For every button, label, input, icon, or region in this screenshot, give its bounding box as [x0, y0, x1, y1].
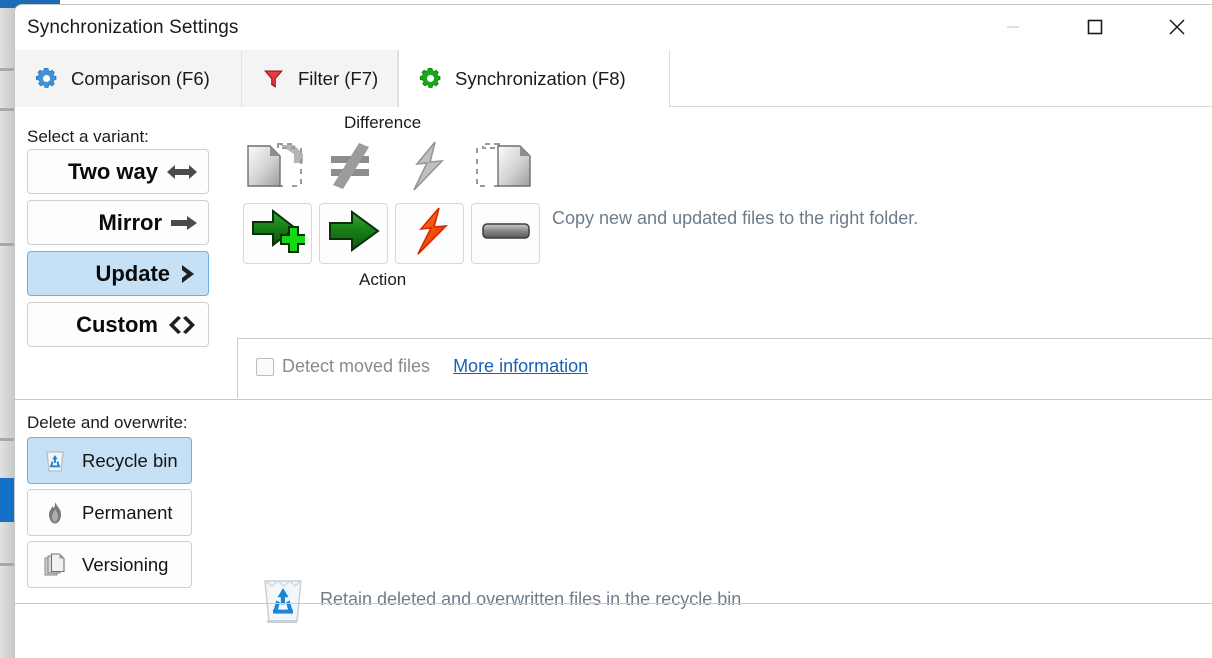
close-icon	[1169, 19, 1185, 35]
background-list-selected-row[interactable]	[0, 478, 15, 522]
angle-brackets-icon	[167, 315, 197, 335]
variant-update-label: Update	[95, 260, 170, 286]
chevron-right-icon	[179, 264, 197, 284]
difference-cell-conflict	[389, 139, 464, 197]
variant-mirror-label: Mirror	[98, 209, 162, 235]
green-arrow-icon	[328, 209, 380, 258]
recycle-bin-icon	[42, 448, 68, 474]
difference-cell-right-only	[465, 139, 540, 197]
double-arrow-icon	[167, 163, 197, 181]
scrollbar-tick	[0, 563, 15, 566]
settings-tab-strip: Comparison (F6) Filter (F7) Synchronizat…	[15, 50, 1212, 107]
select-variant-label: Select a variant:	[27, 127, 149, 146]
green-arrow-plus-icon	[251, 207, 307, 260]
tab-filter[interactable]: Filter (F7)	[242, 50, 398, 107]
scrollbar-tick	[0, 243, 15, 246]
variant-mirror[interactable]: Mirror	[27, 200, 209, 245]
tab-comparison-label: Comparison (F6)	[71, 67, 210, 89]
action-button-conflict[interactable]	[395, 203, 464, 264]
not-equal-icon	[323, 141, 379, 196]
variant-two-way-label: Two way	[67, 158, 158, 184]
file-left-only-icon	[244, 141, 306, 196]
detect-moved-files-row[interactable]: Detect moved files More information	[256, 356, 588, 377]
blue-gear-icon	[33, 66, 59, 92]
right-arrow-icon	[171, 214, 197, 232]
delete-option-permanent[interactable]: Permanent	[27, 489, 192, 536]
green-gear-icon	[417, 66, 443, 92]
conflict-gray-icon	[402, 140, 452, 196]
maximize-icon	[1087, 19, 1103, 35]
delete-overwrite-description: Retain deleted and overwritten files in …	[320, 589, 742, 609]
action-button-copy[interactable]	[319, 203, 388, 264]
red-funnel-icon	[260, 66, 286, 92]
detect-moved-files-panel: Detect moved files More information	[237, 338, 1212, 398]
minimize-icon	[1007, 26, 1019, 28]
delete-option-versioning-label: Versioning	[82, 553, 169, 575]
action-title: Action	[359, 270, 407, 289]
scrollbar-tick	[0, 68, 15, 71]
delete-option-recycle-bin-label: Recycle bin	[82, 449, 178, 471]
file-right-only-icon	[472, 141, 534, 196]
action-button-copy-new[interactable]	[243, 203, 312, 264]
tab-comparison[interactable]: Comparison (F6)	[15, 50, 242, 107]
detect-moved-files-checkbox[interactable]	[256, 357, 274, 376]
difference-cell-left-only	[237, 139, 312, 197]
gray-bar-icon	[481, 221, 530, 246]
section-separator-bottom	[15, 603, 1212, 604]
background-window-scrollbar[interactable]	[0, 8, 15, 658]
variant-update[interactable]: Update	[27, 251, 209, 296]
scrollbar-tick	[0, 108, 15, 111]
flame-icon	[42, 500, 68, 526]
delete-option-versioning[interactable]: Versioning	[27, 541, 192, 588]
close-button[interactable]	[1154, 5, 1200, 49]
variant-custom-label: Custom	[76, 311, 158, 337]
synchronization-settings-dialog: Synchronization Settings Comparison (F6)…	[14, 4, 1212, 658]
maximize-button[interactable]	[1072, 5, 1118, 49]
more-information-link[interactable]: More information	[453, 356, 588, 377]
minimize-button[interactable]	[990, 5, 1036, 49]
delete-option-permanent-label: Permanent	[82, 501, 173, 523]
dialog-body: Select a variant: Two way Mirror Update	[15, 107, 1212, 658]
difference-cell-not-equal	[313, 139, 388, 197]
action-button-do-nothing[interactable]	[471, 203, 540, 264]
detect-moved-files-label: Detect moved files	[282, 356, 431, 376]
delete-option-recycle-bin[interactable]: Recycle bin	[27, 437, 192, 484]
scrollbar-tick	[0, 438, 15, 441]
variant-description: Copy new and updated files to the right …	[552, 208, 919, 228]
section-separator-top	[15, 399, 1212, 400]
file-stack-icon	[42, 552, 68, 578]
tab-synchronization-label: Synchronization (F8)	[455, 67, 626, 89]
variant-custom[interactable]: Custom	[27, 302, 209, 347]
difference-title: Difference	[344, 113, 422, 132]
tab-filter-label: Filter (F7)	[298, 67, 379, 89]
delete-overwrite-label: Delete and overwrite:	[27, 413, 188, 432]
variant-two-way[interactable]: Two way	[27, 149, 209, 194]
tab-synchronization[interactable]: Synchronization (F8)	[398, 50, 670, 107]
window-title: Synchronization Settings	[27, 17, 239, 38]
orange-lightning-icon	[408, 207, 452, 260]
title-bar: Synchronization Settings	[15, 5, 1212, 49]
